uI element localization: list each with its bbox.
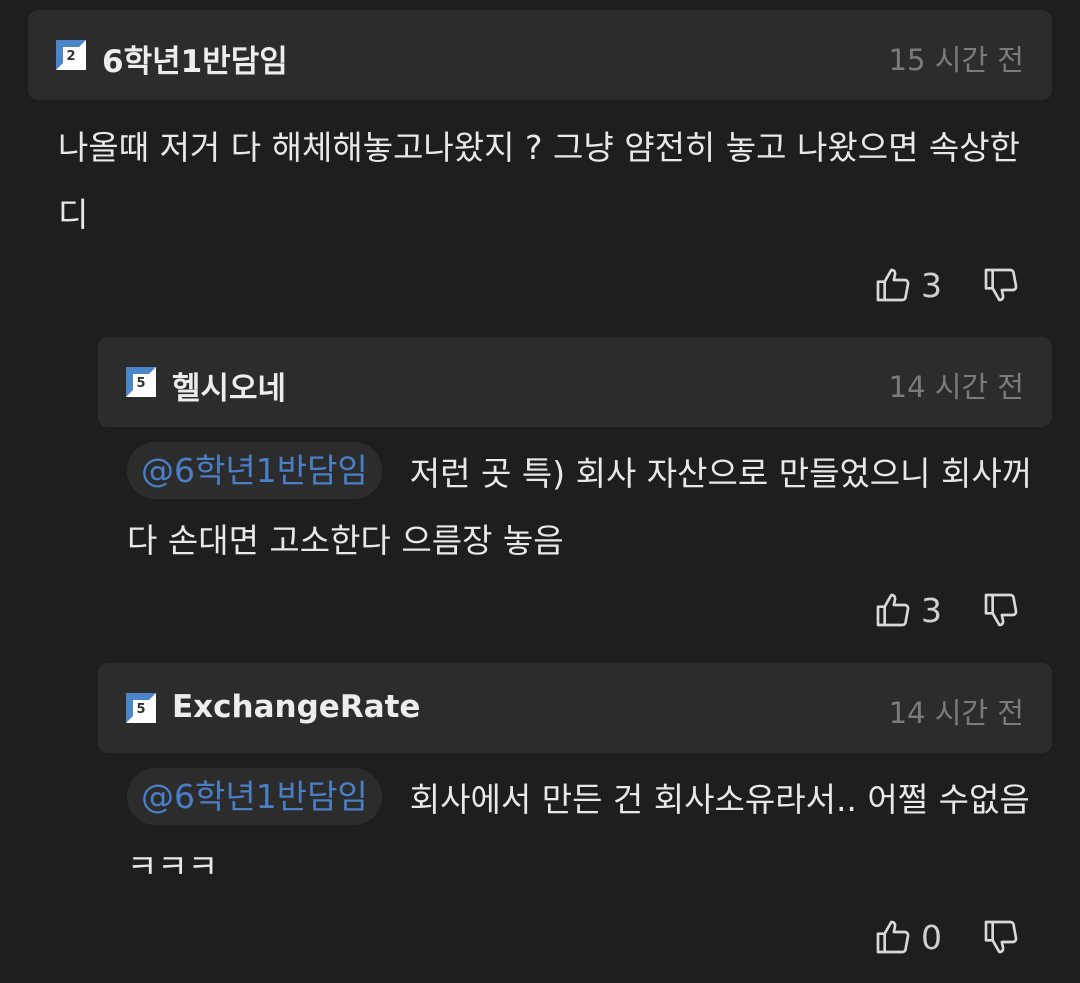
like-button[interactable]: 3: [873, 590, 955, 630]
level-badge-icon: 5: [126, 693, 156, 723]
like-count: 3: [921, 265, 942, 305]
dislike-button[interactable]: [981, 917, 1021, 957]
comment-text: @6학년1반담임 저런 곳 특) 회사 자산으로 만들었으니 회사꺼다 손대면 고…: [127, 440, 1047, 574]
timestamp: 14 시간 전: [888, 696, 1024, 730]
comment-body: 나올때 저거 다 해체해놓고나왔지 ? 그냥 얌전히 놓고 나왔으면 속상한디: [58, 128, 1021, 234]
thumbs-down-icon: [984, 920, 1018, 954]
svg-text:5: 5: [136, 376, 145, 391]
comment-header: 2 6학년1반담임 15 시간 전: [28, 10, 1052, 100]
thumbs-up-icon: [876, 268, 910, 302]
thumbs-up-icon: [876, 920, 910, 954]
level-badge-icon: 5: [126, 367, 156, 397]
reaction-bar: 0: [873, 915, 1021, 959]
timestamp: 15 시간 전: [888, 43, 1024, 77]
thumbs-down-icon: [984, 268, 1018, 302]
comment-header: 5 헬시오네 14 시간 전: [98, 337, 1052, 427]
comment-text: @6학년1반담임 회사에서 만든 건 회사소유라서.. 어쩔 수없음 ㅋㅋㅋ: [127, 766, 1047, 900]
reaction-bar: 3: [873, 588, 1021, 632]
author-name[interactable]: 6학년1반담임: [102, 36, 288, 81]
like-count: 3: [921, 590, 942, 630]
comment-text: 나올때 저거 다 해체해놓고나왔지 ? 그냥 얌전히 놓고 나왔으면 속상한디: [58, 114, 1048, 248]
thumbs-up-icon: [876, 593, 910, 627]
author-name[interactable]: 헬시오네: [172, 363, 286, 408]
mention-tag[interactable]: @6학년1반담임: [127, 442, 382, 499]
dislike-button[interactable]: [981, 590, 1021, 630]
like-count: 0: [921, 917, 942, 957]
comment-header: 5 ExchangeRate 14 시간 전: [98, 663, 1052, 753]
like-button[interactable]: 0: [873, 917, 955, 957]
mention-tag[interactable]: @6학년1반담임: [127, 768, 382, 825]
svg-text:2: 2: [66, 49, 75, 64]
timestamp: 14 시간 전: [888, 370, 1024, 404]
svg-text:5: 5: [136, 702, 145, 717]
dislike-button[interactable]: [981, 265, 1021, 305]
like-button[interactable]: 3: [873, 265, 955, 305]
level-badge-icon: 2: [56, 40, 86, 70]
author-name[interactable]: ExchangeRate: [172, 689, 420, 725]
thumbs-down-icon: [984, 593, 1018, 627]
reaction-bar: 3: [873, 263, 1021, 307]
